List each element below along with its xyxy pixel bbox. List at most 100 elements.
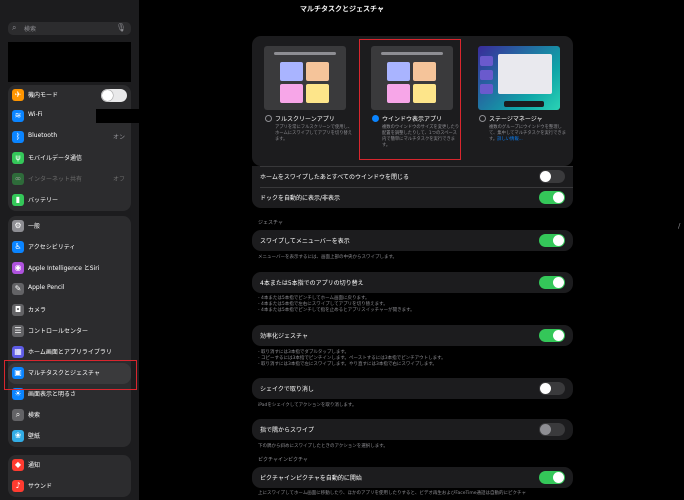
setting-label: スワイプしてメニューバーを表示: [260, 238, 350, 245]
apple-account-banner[interactable]: [8, 42, 131, 82]
setting-label: 指で隅からスワイプ: [260, 427, 315, 434]
option-label: ステージマネージャ: [489, 116, 543, 123]
sidebar-item-label: Bluetooth: [28, 132, 58, 139]
section-header: ジェスチャ: [258, 220, 283, 226]
setting-footnote: 下の隅から斜めにスワイプしたときのアクションを選択します。: [258, 444, 388, 449]
airplane-toggle[interactable]: [101, 89, 127, 102]
shake-undo-card: シェイクで取り消し: [252, 378, 573, 399]
setting-label: シェイクで取り消し: [260, 386, 314, 393]
sidebar-item-label: 壁紙: [28, 433, 41, 440]
battery-icon: ▮: [12, 194, 24, 206]
corner-swipe-card: 指で隅からスワイプ: [252, 419, 573, 440]
notification-icon: ◆: [12, 459, 24, 471]
accessibility-icon: ♿: [12, 241, 24, 253]
setting-label: ピクチャインピクチャを自動的に開始: [260, 475, 362, 482]
stage-manager-thumbnail: [478, 46, 560, 110]
search-icon: ⌕: [12, 409, 24, 421]
sidebar-item-search[interactable]: ⌕ 検索: [8, 405, 131, 426]
sidebar-item-wifi[interactable]: ≋ Wi-Fi: [8, 106, 139, 127]
setting-footnote: 上にスワイプしてホーム画面に移動したり、ほかのアプリを使用したりすると、ビデオ再…: [258, 491, 527, 496]
sidebar-item-general[interactable]: ⚙ 一般: [8, 216, 131, 237]
notification-group: ◆ 通知 ♪ サウンド: [8, 455, 131, 497]
bluetooth-icon: ᛒ: [12, 131, 24, 143]
close-windows-toggle[interactable]: [539, 170, 565, 183]
wifi-network-name-redacted: [96, 109, 139, 123]
sidebar-item-label: 一般: [28, 223, 41, 230]
sidebar-item-label: Apple Pencil: [28, 284, 65, 291]
search-field[interactable]: ⌕ 検索 🎙: [8, 22, 131, 35]
airplane-icon: ✈: [12, 89, 24, 101]
pip-card: ピクチャインピクチャを自動的に開始: [252, 467, 573, 488]
sidebar-item-sound[interactable]: ♪ サウンド: [8, 476, 131, 497]
search-placeholder: 検索: [24, 26, 37, 33]
shake-undo-toggle[interactable]: [539, 382, 565, 395]
sidebar-item-label: コントロールセンター: [28, 328, 89, 335]
learn-more-link[interactable]: 詳しい情報...: [497, 137, 523, 142]
setting-label: ドックを自動的に表示/非表示: [260, 195, 341, 202]
app-switch-card: 4本または5本指でのアプリの切り替え: [252, 272, 573, 293]
sidebar-item-hotspot[interactable]: ∞ インターネット共有 オフ: [8, 169, 131, 190]
sidebar-item-label: アクセシビリティ: [28, 244, 76, 251]
connectivity-group: ✈ 機内モード ≋ Wi-Fi ᛒ Bluetooth オン ψ モバイルデータ…: [8, 85, 139, 211]
fullscreen-thumbnail: [264, 46, 346, 110]
pip-toggle[interactable]: [539, 471, 565, 484]
sidebar-item-label: モバイルデータ通信: [28, 155, 83, 162]
camera-icon: ◘: [12, 304, 24, 316]
home-screen-icon: ▦: [12, 346, 24, 358]
setting-label: ホームをスワイプしたあとすべてのウインドウを閉じる: [260, 174, 409, 181]
sidebar-item-label: ホーム画面とアプリライブラリ: [28, 349, 112, 356]
dock-autohide-row: ドックを自動的に表示/非表示: [252, 187, 573, 208]
setting-footnote: - 取り消すには3本指で左にスワイプします。やり直すには3本指で右にスワイプしま…: [258, 362, 437, 367]
control-center-icon: ☰: [12, 325, 24, 337]
sidebar-item-label: Apple Intelligence とSiri: [28, 265, 100, 272]
sidebar-item-airplane[interactable]: ✈ 機内モード: [8, 85, 131, 106]
efficiency-gesture-toggle[interactable]: [539, 329, 565, 342]
fullscreen-radio[interactable]: [265, 115, 272, 122]
setting-footnote: - 4本または5本指でピンチして指を止めるとアプリスイッチャーが開きます。: [258, 308, 415, 313]
sidebar-item-mobile-data[interactable]: ψ モバイルデータ通信: [8, 148, 131, 169]
sidebar-item-siri[interactable]: ◉ Apple Intelligence とSiri: [8, 258, 131, 279]
sidebar-item-bluetooth[interactable]: ᛒ Bluetooth オン: [8, 127, 131, 148]
setting-label: 4本または5本指でのアプリの切り替え: [260, 280, 364, 287]
option-description: 複数のグループにウインドウを整理して、集中してマルチタスクを実行できます。詳しい…: [489, 125, 566, 142]
sidebar-item-label: Wi-Fi: [28, 111, 43, 118]
hotspot-icon: ∞: [12, 173, 24, 185]
window-options-card: ホームをスワイプしたあとすべてのウインドウを閉じる ドックを自動的に表示/非表示: [252, 166, 573, 208]
app-switch-toggle[interactable]: [539, 276, 565, 289]
sidebar-item-pencil[interactable]: ✎ Apple Pencil: [8, 279, 131, 300]
menubar-swipe-card: スワイプしてメニューバーを表示: [252, 230, 573, 251]
sidebar-item-label: 通知: [28, 462, 41, 469]
stage-manager-radio[interactable]: [479, 115, 486, 122]
antenna-icon: ψ: [12, 152, 24, 164]
page-title: マルチタスクとジェスチャ: [300, 5, 384, 13]
setting-label: 効率化ジェスチャ: [260, 333, 308, 340]
sidebar-item-accessibility[interactable]: ♿ アクセシビリティ: [8, 237, 131, 258]
sidebar-item-label: 画面表示と明るさ: [28, 391, 77, 398]
settings-group: ⚙ 一般 ♿ アクセシビリティ ◉ Apple Intelligence とSi…: [8, 216, 131, 447]
search-icon: ⌕: [12, 23, 17, 32]
sidebar-item-value: オフ: [112, 176, 125, 183]
scroll-indicator-icon[interactable]: /: [678, 222, 680, 230]
corner-swipe-toggle[interactable]: [539, 423, 565, 436]
wallpaper-icon: ❀: [12, 430, 24, 442]
sidebar-item-label: カメラ: [28, 307, 47, 314]
sidebar-item-wallpaper[interactable]: ❀ 壁紙: [8, 426, 131, 447]
siri-icon: ◉: [12, 262, 24, 274]
sidebar-item-camera[interactable]: ◘ カメラ: [8, 300, 131, 321]
pencil-icon: ✎: [12, 283, 24, 295]
option-label: フルスクリーンアプリ: [275, 116, 335, 123]
menubar-swipe-toggle[interactable]: [539, 234, 565, 247]
section-header: ピクチャインピクチャ: [258, 457, 308, 463]
sidebar-item-battery[interactable]: ▮ バッテリー: [8, 190, 131, 211]
highlight-box: [359, 39, 461, 160]
close-windows-row: ホームをスワイプしたあとすべてのウインドウを閉じる: [252, 166, 573, 187]
sound-icon: ♪: [12, 480, 24, 492]
dock-autohide-toggle[interactable]: [539, 191, 565, 204]
option-description: アプリを常にフルスクリーンで使用し、ホームにスワイプしてアプリを切り替えます。: [275, 125, 353, 142]
sidebar-item-label: バッテリー: [28, 197, 59, 204]
microphone-icon[interactable]: 🎙: [116, 23, 126, 32]
wifi-icon: ≋: [12, 110, 24, 122]
sidebar-item-notifications[interactable]: ◆ 通知: [8, 455, 131, 476]
sidebar-item-control-center[interactable]: ☰ コントロールセンター: [8, 321, 131, 342]
sidebar-item-label: サウンド: [28, 483, 53, 490]
